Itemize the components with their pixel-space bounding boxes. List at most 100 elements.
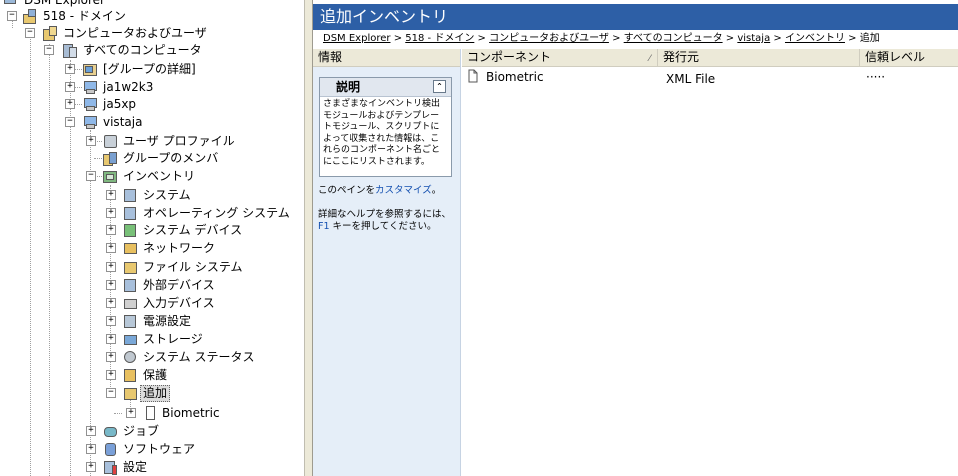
cell-component: Biometric bbox=[486, 70, 544, 84]
computer-windows-icon bbox=[82, 79, 98, 95]
tree-label: グループのメンバ bbox=[123, 151, 219, 165]
sort-arrow-icon: ⁄ bbox=[649, 54, 651, 64]
network-icon bbox=[122, 240, 138, 256]
page-title: 追加インベントリ bbox=[313, 4, 958, 30]
description-box: 説明 ⌃ さまざまなインベントリ検出モジュールおよびテンプレートモジュール、スク… bbox=[319, 77, 452, 177]
breadcrumb-link-vistaja[interactable]: vistaja bbox=[737, 33, 770, 44]
table-row[interactable]: Biometric XML File ····· bbox=[462, 68, 958, 86]
breadcrumb-link-inventory[interactable]: インベントリ bbox=[785, 33, 845, 44]
tree-label: 入力デバイス bbox=[143, 296, 215, 310]
breadcrumb-link-dsm-explorer[interactable]: DSM Explorer bbox=[323, 33, 391, 44]
breadcrumb-link-computers-users[interactable]: コンピュータおよびユーザ bbox=[489, 33, 609, 44]
customize-link[interactable]: カスタマイズ bbox=[375, 185, 432, 196]
expand-toggle[interactable]: + bbox=[106, 370, 116, 380]
column-header-trust-level[interactable]: 信頼レベル bbox=[860, 49, 958, 66]
expand-toggle[interactable]: + bbox=[106, 225, 116, 235]
expand-toggle[interactable]: + bbox=[106, 352, 116, 362]
tree-label: vistaja bbox=[103, 115, 143, 129]
settings-icon bbox=[102, 459, 118, 475]
expand-toggle[interactable]: + bbox=[86, 136, 96, 146]
collapse-toggle[interactable]: − bbox=[106, 388, 116, 398]
expand-toggle[interactable]: + bbox=[126, 408, 136, 418]
domain-icon bbox=[22, 8, 38, 24]
collapse-icon[interactable]: ⌃ bbox=[433, 80, 446, 93]
power-settings-icon bbox=[122, 313, 138, 329]
customize-prefix: このペインを bbox=[318, 185, 376, 196]
content-area: 情報 説明 ⌃ さまざまなインベントリ検出モジュールおよびテンプレートモジュール… bbox=[313, 49, 958, 476]
tree-label: ジョブ bbox=[123, 424, 160, 438]
help-suffix: キーを押してください。 bbox=[329, 221, 437, 232]
system-status-icon bbox=[122, 349, 138, 365]
tree-label: ソフトウェア bbox=[123, 442, 196, 456]
breadcrumb-separator: > bbox=[477, 33, 486, 44]
breadcrumb-separator: > bbox=[848, 33, 857, 44]
expand-toggle[interactable]: + bbox=[86, 462, 96, 472]
protection-icon bbox=[122, 367, 138, 383]
collapse-toggle[interactable]: − bbox=[25, 28, 35, 38]
collapse-toggle[interactable]: − bbox=[86, 171, 96, 181]
info-panel: 情報 説明 ⌃ さまざまなインベントリ検出モジュールおよびテンプレートモジュール… bbox=[313, 49, 461, 476]
collapse-toggle[interactable]: − bbox=[44, 45, 54, 55]
tree-label: 外部デバイス bbox=[143, 278, 215, 292]
cell-publisher: XML File bbox=[666, 72, 716, 86]
column-header-publisher[interactable]: 発行元 bbox=[658, 49, 860, 66]
tree-label: システム ステータス bbox=[143, 350, 255, 364]
cell-trust-level: ····· bbox=[866, 70, 886, 84]
expand-toggle[interactable]: + bbox=[106, 298, 116, 308]
operating-system-icon bbox=[122, 205, 138, 221]
expand-toggle[interactable]: + bbox=[106, 334, 116, 344]
collapse-toggle[interactable]: − bbox=[65, 117, 75, 127]
expand-toggle[interactable]: + bbox=[106, 262, 116, 272]
tree-label: オペレーティング システム bbox=[143, 206, 290, 220]
expand-toggle[interactable]: + bbox=[65, 64, 75, 74]
computer-group-icon bbox=[62, 42, 78, 58]
document-icon bbox=[468, 69, 480, 83]
computer-icon bbox=[82, 114, 98, 130]
input-devices-icon bbox=[122, 295, 138, 311]
expand-toggle[interactable]: + bbox=[65, 82, 75, 92]
tree-label: 電源設定 bbox=[143, 314, 192, 328]
computers-users-icon bbox=[42, 25, 58, 41]
expand-toggle[interactable]: + bbox=[106, 243, 116, 253]
pane-splitter[interactable] bbox=[304, 0, 313, 476]
system-devices-icon bbox=[122, 222, 138, 238]
description-title: 説明 ⌃ bbox=[320, 78, 451, 97]
column-header-label: 発行元 bbox=[663, 50, 700, 64]
expand-toggle[interactable]: + bbox=[86, 426, 96, 436]
expand-toggle[interactable]: + bbox=[106, 316, 116, 326]
help-key: F1 bbox=[318, 221, 330, 232]
breadcrumb-current: 追加 bbox=[859, 33, 880, 44]
user-profile-icon bbox=[102, 133, 118, 149]
help-text: 詳細なヘルプを参照するには、 F1 キーを押してください。 bbox=[318, 209, 458, 233]
computer-icon bbox=[2, 0, 18, 8]
column-header-label: コンポーネント bbox=[467, 50, 552, 64]
info-header: 情報 bbox=[313, 49, 460, 67]
navigation-tree[interactable]: DSM Explorer − 518 - ドメイン − コンピュータおよびユーザ… bbox=[0, 0, 304, 476]
computer-windows-icon bbox=[82, 96, 98, 112]
breadcrumb-link-all-computers[interactable]: すべてのコンピュータ bbox=[624, 33, 723, 44]
tree-label: Biometric bbox=[162, 406, 220, 420]
description-title-text: 説明 bbox=[336, 80, 361, 94]
expand-toggle[interactable]: + bbox=[86, 444, 96, 454]
content-pane: 追加インベントリ DSM Explorer > 518 - ドメイン > コンピ… bbox=[313, 0, 958, 476]
tree-label: すべてのコンピュータ bbox=[83, 43, 202, 57]
expand-toggle[interactable]: + bbox=[65, 99, 75, 109]
additional-icon bbox=[122, 385, 138, 401]
tree-label: [グループの詳細] bbox=[103, 62, 196, 76]
expand-toggle[interactable]: + bbox=[106, 280, 116, 290]
file-system-icon bbox=[122, 259, 138, 275]
column-header-component[interactable]: コンポーネント ⁄ bbox=[462, 49, 658, 66]
tree-label: システム デバイス bbox=[143, 223, 243, 237]
inventory-icon bbox=[102, 168, 118, 184]
description-text: さまざまなインベントリ検出モジュールおよびテンプレートモジュール、スクリプトによ… bbox=[323, 99, 441, 167]
breadcrumb-link-domain[interactable]: 518 - ドメイン bbox=[405, 33, 474, 44]
customize-text: このペインをカスタマイズ。 bbox=[318, 185, 441, 197]
tree-label: 保護 bbox=[143, 368, 168, 382]
breadcrumb: DSM Explorer > 518 - ドメイン > コンピュータおよびユーザ… bbox=[323, 33, 880, 45]
tree-label: インベントリ bbox=[123, 169, 196, 183]
expand-toggle[interactable]: + bbox=[106, 190, 116, 200]
collapse-toggle[interactable]: − bbox=[7, 11, 17, 21]
expand-toggle[interactable]: + bbox=[106, 208, 116, 218]
tree-label: コンピュータおよびユーザ bbox=[63, 26, 207, 40]
job-icon bbox=[102, 423, 118, 439]
